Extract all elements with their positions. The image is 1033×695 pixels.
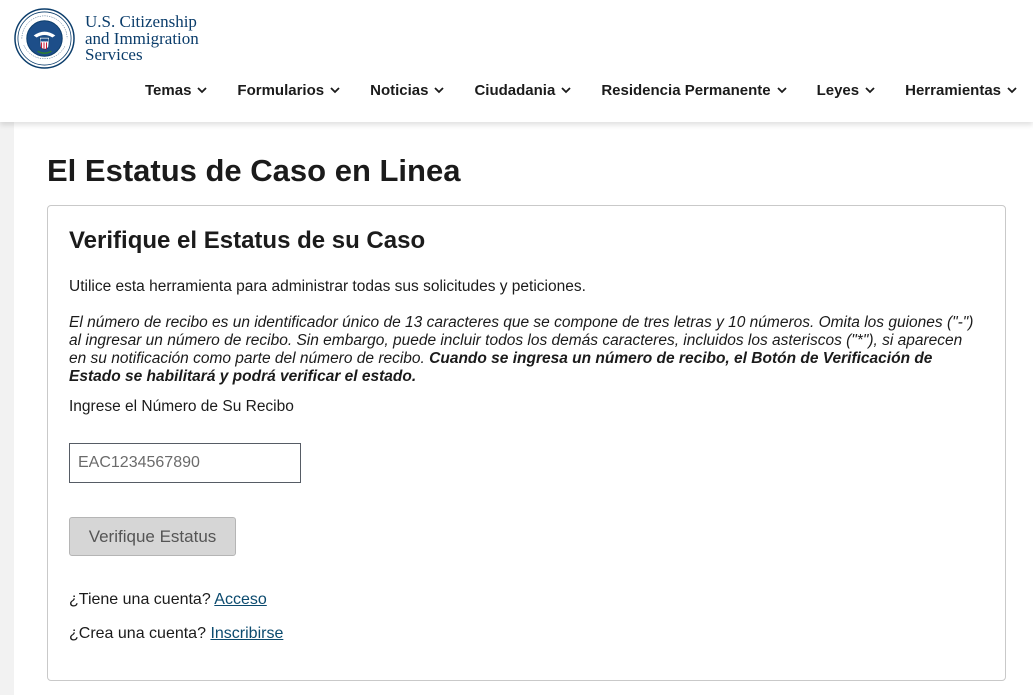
site-header: U.S. Citizenship and Immigration Service…	[0, 0, 1033, 122]
nav-item-formularios[interactable]: Formularios	[237, 82, 340, 99]
has-account-line: ¿Tiene una cuenta? Acceso	[69, 591, 267, 609]
nav-item-ciudadania[interactable]: Ciudadania	[474, 82, 571, 99]
chevron-down-icon	[561, 87, 571, 94]
nav-item-noticias[interactable]: Noticias	[370, 82, 445, 99]
receipt-number-input[interactable]	[69, 443, 301, 483]
has-account-text: ¿Tiene una cuenta?	[69, 591, 211, 608]
dhs-seal-icon	[14, 8, 75, 69]
login-link[interactable]: Acceso	[214, 591, 266, 608]
main-content: El Estatus de Caso en Linea Verifique el…	[14, 122, 1033, 695]
chevron-down-icon	[776, 87, 787, 94]
page-title: El Estatus de Caso en Linea	[47, 153, 461, 188]
create-account-text: ¿Crea una cuenta?	[69, 625, 206, 642]
nav-item-temas[interactable]: Temas	[145, 82, 208, 99]
chevron-down-icon	[197, 87, 208, 94]
nav-item-leyes[interactable]: Leyes	[817, 82, 876, 99]
verify-status-button[interactable]: Verifique Estatus	[69, 517, 236, 556]
signup-link[interactable]: Inscribirse	[210, 625, 283, 642]
nav-item-herramientas[interactable]: Herramientas	[905, 82, 1017, 99]
logo-text: U.S. Citizenship and Immigration Service…	[85, 12, 199, 64]
chevron-down-icon	[330, 87, 340, 94]
chevron-down-icon	[865, 87, 875, 94]
chevron-down-icon	[434, 87, 445, 94]
chevron-down-icon	[1007, 87, 1017, 94]
receipt-info-text: El número de recibo es un identificador …	[69, 314, 979, 386]
main-nav: Temas Formularios Noticias Ciudadania Re…	[145, 82, 1017, 99]
receipt-label: Ingrese el Número de Su Recibo	[69, 398, 294, 415]
case-status-card: Verifique el Estatus de su Caso Utilice …	[47, 205, 1006, 681]
intro-text: Utilice esta herramienta para administra…	[69, 278, 586, 295]
card-title: Verifique el Estatus de su Caso	[69, 227, 426, 254]
uscis-logo[interactable]: U.S. Citizenship and Immigration Service…	[14, 8, 199, 69]
create-account-line: ¿Crea una cuenta? Inscribirse	[69, 625, 283, 643]
nav-item-residencia-permanente[interactable]: Residencia Permanente	[601, 82, 787, 99]
